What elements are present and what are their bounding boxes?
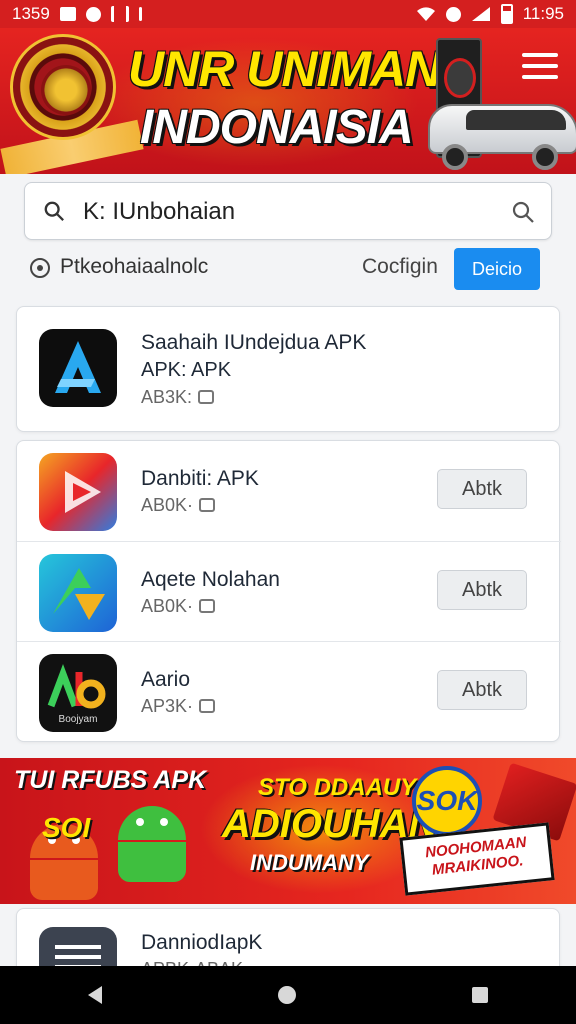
- app-meta: AB0K·: [141, 596, 216, 617]
- system-nav-bar: [0, 966, 576, 1024]
- get-button[interactable]: Abtk: [437, 570, 527, 610]
- search-input[interactable]: [83, 193, 503, 231]
- gear-icon: [199, 599, 216, 613]
- recent-apps-icon[interactable]: [472, 987, 488, 1003]
- app-name: DanniodIapK: [141, 931, 263, 954]
- status-right: 11:95: [416, 4, 564, 24]
- status-bar: 1359 11:95: [0, 0, 576, 28]
- search-icon[interactable]: [43, 200, 65, 222]
- filter-label[interactable]: Ptkeohaiaalnolc: [60, 255, 208, 279]
- app-meta: AB3K:: [141, 387, 215, 408]
- banner-title-line1: UNR UNIMAN: [128, 41, 441, 97]
- promo-badge: SOK: [412, 766, 482, 836]
- gear-icon: [199, 498, 216, 512]
- header-banner: UNR UNIMAN INDONAISIA: [0, 28, 576, 174]
- home-icon[interactable]: [278, 986, 296, 1004]
- promo-headline: TUI RFUBS APK: [14, 766, 207, 794]
- status-left: 1359: [12, 4, 142, 24]
- banner-title-line2: INDONAISIA: [140, 101, 414, 154]
- promo-subtitle: INDUMANY: [250, 850, 369, 875]
- battery-icon: [500, 4, 513, 24]
- garuda-emblem-icon: [10, 34, 116, 140]
- car-image: [420, 84, 576, 170]
- android-robot-icon: [112, 796, 192, 882]
- hamburger-menu-icon[interactable]: [522, 48, 558, 84]
- ab-logo-icon: Boojyam: [39, 654, 117, 732]
- gear-icon: [198, 390, 215, 404]
- alarm-icon: [138, 7, 142, 21]
- image-icon: [59, 7, 76, 21]
- promo-small-title: STO DDAAUY: [258, 774, 417, 801]
- get-button[interactable]: Abtk: [437, 469, 527, 509]
- icon-caption: Boojyam: [58, 714, 98, 725]
- app-name: Aqete Nolahan: [141, 568, 280, 591]
- back-icon[interactable]: [88, 986, 102, 1004]
- location-icon: [445, 6, 461, 22]
- get-button[interactable]: Abtk: [437, 670, 527, 710]
- car-wheel-front: [442, 144, 468, 170]
- status-clock: 11:95: [522, 4, 564, 23]
- car-window: [466, 110, 566, 130]
- config-link[interactable]: Cocfigin: [362, 255, 438, 279]
- app-name: Danbiti: APK: [141, 467, 259, 490]
- signal-icon: [110, 6, 129, 22]
- featured-app-card[interactable]: Saahaih IUndejdua APK APK: APK AB3K:: [16, 306, 560, 432]
- promo-banner[interactable]: TUI RFUBS APK SOI STO DDAAUY ADIOUHAN IN…: [0, 758, 576, 904]
- app-subtitle: APK: APK: [141, 359, 232, 381]
- play-logo-icon: [39, 453, 117, 531]
- app-list-card: Danbiti: APK AB0K· Abtk Aqete Nolahan AB…: [16, 440, 561, 742]
- app-meta: AB0K·: [141, 495, 216, 516]
- filter-row: Ptkeohaiaalnolc Cocfigin Deicio: [24, 248, 552, 292]
- radio-button[interactable]: [30, 258, 50, 278]
- gear-icon: [199, 699, 216, 713]
- app-name: Saahaih IUndejdua APK: [141, 331, 367, 354]
- list-item[interactable]: Aqete Nolahan AB0K· Abtk: [17, 541, 561, 641]
- app-logo-icon: [39, 329, 117, 407]
- detail-button[interactable]: Deicio: [454, 248, 540, 290]
- emblem-center: [41, 65, 91, 115]
- main-content: Ptkeohaiaalnolc Cocfigin Deicio Saahaih …: [0, 174, 576, 987]
- status-time: 1359: [12, 4, 50, 23]
- signal-bars-icon: [471, 7, 490, 21]
- wifi-icon: [416, 7, 435, 21]
- list-item[interactable]: Danbiti: APK AB0K· Abtk: [17, 441, 561, 541]
- car-wheel-rear: [532, 144, 558, 170]
- notification-icon: [85, 6, 101, 22]
- arrow-logo-icon: [39, 554, 117, 632]
- list-item[interactable]: Boojyam Aario AP3K· Abtk: [17, 641, 561, 741]
- search-bar[interactable]: [24, 182, 552, 240]
- promo-sale-text: SOI: [42, 812, 91, 843]
- search-submit-icon[interactable]: [511, 200, 535, 224]
- app-meta: AP3K·: [141, 696, 216, 717]
- app-name: Aario: [141, 668, 191, 691]
